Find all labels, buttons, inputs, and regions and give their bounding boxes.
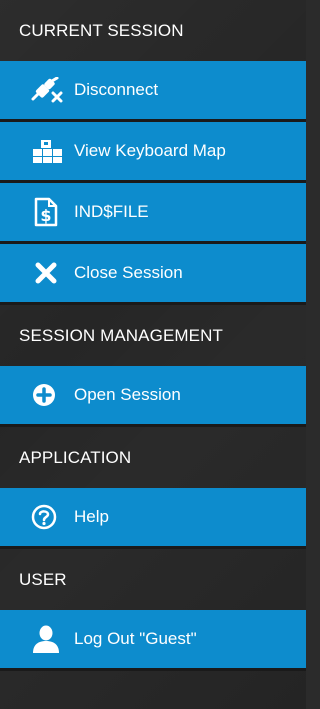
close-icon	[30, 255, 74, 291]
svg-text:$: $	[40, 206, 51, 225]
section-header-label: APPLICATION	[19, 447, 132, 467]
section-header-label: CURRENT SESSION	[19, 20, 184, 40]
file-transfer-icon: $	[30, 194, 74, 230]
open-session-label: Open Session	[74, 385, 181, 404]
close-session-button[interactable]: Close Session	[0, 244, 306, 305]
indfile-button[interactable]: $ IND$FILE	[0, 183, 306, 244]
side-menu: CURRENT SESSION Disconnect View Keyboard…	[0, 0, 306, 709]
indfile-label: IND$FILE	[74, 202, 149, 221]
keyboard-map-icon	[30, 133, 74, 169]
section-header-label: SESSION MANAGEMENT	[19, 325, 223, 345]
help-icon	[30, 499, 74, 535]
section-header-label: USER	[19, 569, 67, 589]
section-header-current-session: CURRENT SESSION	[0, 0, 306, 61]
user-icon	[30, 621, 74, 657]
open-session-button[interactable]: Open Session	[0, 366, 306, 427]
disconnect-icon	[30, 72, 74, 108]
plus-circle-icon	[30, 377, 74, 413]
disconnect-label: Disconnect	[74, 80, 159, 99]
section-header-user: USER	[0, 549, 306, 610]
log-out-label: Log Out "Guest"	[74, 629, 197, 648]
close-session-label: Close Session	[74, 263, 183, 282]
help-button[interactable]: Help	[0, 488, 306, 549]
disconnect-button[interactable]: Disconnect	[0, 61, 306, 122]
view-keyboard-map-button[interactable]: View Keyboard Map	[0, 122, 306, 183]
section-header-session-management: SESSION MANAGEMENT	[0, 305, 306, 366]
section-header-application: APPLICATION	[0, 427, 306, 488]
help-label: Help	[74, 507, 109, 526]
log-out-button[interactable]: Log Out "Guest"	[0, 610, 306, 671]
view-keyboard-map-label: View Keyboard Map	[74, 141, 226, 160]
